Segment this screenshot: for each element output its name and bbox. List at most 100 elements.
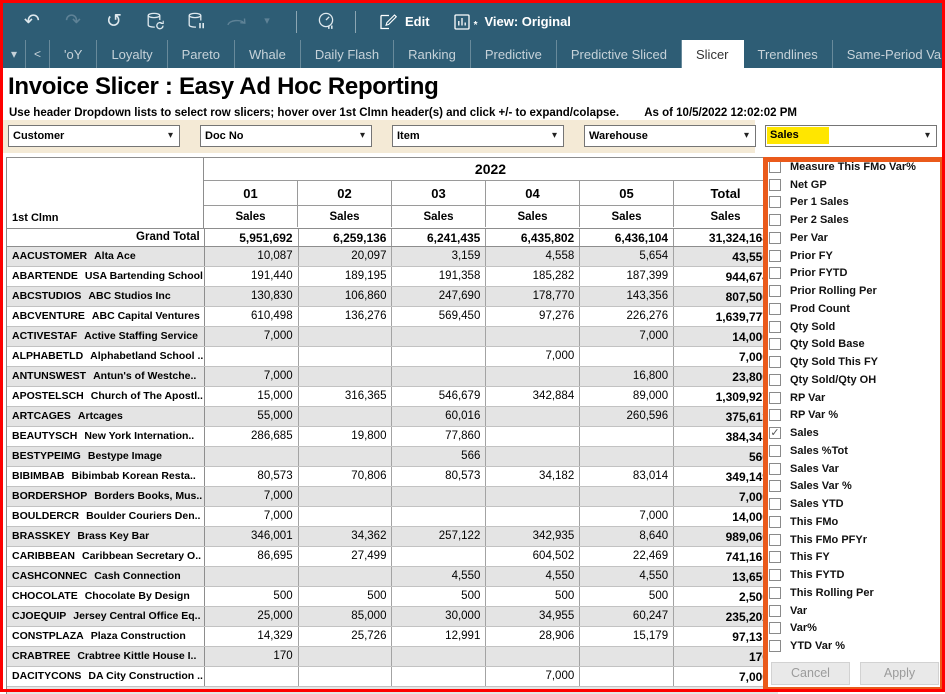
checkbox-icon[interactable] [769, 356, 781, 368]
checkbox-icon[interactable] [769, 569, 781, 581]
measure-dropdown[interactable]: Sales ▾ [765, 125, 937, 147]
tab-oy[interactable]: 'oY [50, 40, 97, 68]
tab-menu-caret-icon[interactable]: ▾ [3, 40, 26, 68]
table-row[interactable]: AACUSTOMERAlta Ace10,08720,0973,1594,558… [7, 247, 778, 267]
checkbox-icon[interactable] [769, 179, 781, 191]
tab-slicer[interactable]: Slicer [682, 40, 744, 68]
tab-daily-flash[interactable]: Daily Flash [301, 40, 394, 68]
column-header-01[interactable]: 01 [204, 181, 298, 206]
tab-scroll-left-icon[interactable]: < [26, 40, 50, 68]
tab-predictive[interactable]: Predictive [471, 40, 557, 68]
column-header-04[interactable]: 04 [486, 181, 580, 206]
refresh-data-icon[interactable] [143, 10, 167, 34]
measure-item-sales[interactable]: ✓Sales [769, 424, 941, 442]
measure-subheader[interactable]: Sales [392, 206, 486, 227]
checkbox-icon[interactable] [769, 516, 781, 528]
measure-item-ytd-var[interactable]: YTD Var % [769, 637, 941, 655]
checkbox-icon[interactable] [769, 622, 781, 634]
measure-item-sales-tot[interactable]: Sales %Tot [769, 442, 941, 460]
table-row[interactable]: BORDERSHOPBorders Books, Mus..7,0007,000 [7, 487, 778, 507]
checkbox-icon[interactable] [769, 445, 781, 457]
checkbox-icon[interactable] [769, 196, 781, 208]
table-row[interactable]: CHOCOLATEChocolate By Design500500500500… [7, 587, 778, 607]
checkbox-icon[interactable] [769, 480, 781, 492]
table-row[interactable]: ANTUNSWESTAntun's of Westche..7,00016,80… [7, 367, 778, 387]
measure-item-this-fmo-pfyr[interactable]: This FMo PFYr [769, 531, 941, 549]
checkbox-icon[interactable] [769, 338, 781, 350]
table-row[interactable]: BEAUTYSCHNew York Internation..286,68519… [7, 427, 778, 447]
tab-predictive-sliced[interactable]: Predictive Sliced [557, 40, 682, 68]
checkbox-icon[interactable] [769, 463, 781, 475]
checkbox-icon[interactable] [769, 321, 781, 333]
measure-item-per-1-sales[interactable]: Per 1 Sales [769, 194, 941, 212]
checkbox-icon[interactable] [769, 498, 781, 510]
year-header[interactable]: 2022 [204, 158, 778, 181]
measure-item-per-var[interactable]: Per Var [769, 229, 941, 247]
tab-same-period-variances[interactable]: Same-Period Variances [833, 40, 942, 68]
checkbox-icon[interactable] [769, 409, 781, 421]
apply-button[interactable]: Apply [860, 662, 939, 685]
table-row[interactable]: DACITYCONSDA City Construction ..7,0007,… [7, 667, 778, 687]
measure-item-qty-sold[interactable]: Qty Sold [769, 318, 941, 336]
tab-ranking[interactable]: Ranking [394, 40, 471, 68]
revert-icon[interactable]: ↺ [102, 10, 126, 34]
table-row[interactable]: CASHCONNECCash Connection4,5504,5504,550… [7, 567, 778, 587]
checkbox-icon[interactable] [769, 587, 781, 599]
checkbox-icon[interactable] [769, 640, 781, 652]
table-row[interactable]: CJOEQUIPJersey Central Office Eq..25,000… [7, 607, 778, 627]
measure-subheader[interactable]: Sales [580, 206, 674, 227]
tab-loyalty[interactable]: Loyalty [97, 40, 167, 68]
measure-item-prior-fytd[interactable]: Prior FYTD [769, 265, 941, 283]
measure-item-this-fy[interactable]: This FY [769, 549, 941, 567]
measure-subheader[interactable]: Sales [486, 206, 580, 227]
view-button[interactable]: * View: Original [452, 12, 571, 32]
slicer-dropdown-doc-no[interactable]: Doc No▾ [200, 125, 372, 147]
measure-item-rp-var[interactable]: RP Var [769, 389, 941, 407]
table-row[interactable]: CONSTPLAZAPlaza Construction14,32925,726… [7, 627, 778, 647]
edit-button[interactable]: Edit [378, 12, 430, 32]
column-header-05[interactable]: 05 [580, 181, 674, 206]
measure-item-var[interactable]: Var% [769, 620, 941, 638]
table-row[interactable]: APOSTELSCHChurch of The Apostl..15,00031… [7, 387, 778, 407]
measure-item-prior-fy[interactable]: Prior FY [769, 247, 941, 265]
table-row[interactable]: CRABTREECrabtree Kittle House I..170170 [7, 647, 778, 667]
measure-item-sales-var[interactable]: Sales Var % [769, 478, 941, 496]
table-row[interactable]: ARTCAGESArtcages55,00060,016260,596375,6… [7, 407, 778, 427]
measure-item-qty-sold-qty-oh[interactable]: Qty Sold/Qty OH [769, 371, 941, 389]
checkbox-icon[interactable] [769, 232, 781, 244]
checkbox-icon[interactable] [769, 214, 781, 226]
measure-item-qty-sold-this-fy[interactable]: Qty Sold This FY [769, 353, 941, 371]
slicer-dropdown-item[interactable]: Item▾ [392, 125, 564, 147]
measure-item-this-fytd[interactable]: This FYTD [769, 566, 941, 584]
measure-item-net-gp[interactable]: Net GP [769, 176, 941, 194]
checkbox-icon[interactable] [769, 392, 781, 404]
checkbox-icon[interactable] [769, 250, 781, 262]
measure-item-prior-rolling-per[interactable]: Prior Rolling Per [769, 282, 941, 300]
slicer-dropdown-customer[interactable]: Customer▾ [8, 125, 180, 147]
forward-icon[interactable] [225, 10, 249, 34]
measure-item-this-rolling-per[interactable]: This Rolling Per [769, 584, 941, 602]
table-row[interactable]: BESTYPEIMGBestype Image566566 [7, 447, 778, 467]
checkbox-icon[interactable] [769, 267, 781, 279]
tab-pareto[interactable]: Pareto [168, 40, 235, 68]
measure-subheader[interactable]: Sales [204, 206, 298, 227]
measure-item-measure-this-fmo-var[interactable]: Measure This FMo Var% [769, 158, 941, 176]
measure-item-prod-count[interactable]: Prod Count [769, 300, 941, 318]
measure-item-qty-sold-base[interactable]: Qty Sold Base [769, 336, 941, 354]
table-row[interactable]: ACTIVESTAFActive Staffing Service7,0007,… [7, 327, 778, 347]
checkbox-icon[interactable] [769, 161, 781, 173]
checkbox-icon[interactable] [769, 285, 781, 297]
checkbox-icon[interactable] [769, 374, 781, 386]
measure-item-var[interactable]: Var [769, 602, 941, 620]
checkbox-icon[interactable] [769, 303, 781, 315]
table-row[interactable]: ABCSTUDIOSABC Studios Inc130,830106,8602… [7, 287, 778, 307]
measure-item-per-2-sales[interactable]: Per 2 Sales [769, 211, 941, 229]
measure-item-this-fmo[interactable]: This FMo [769, 513, 941, 531]
column-header-03[interactable]: 03 [392, 181, 486, 206]
table-row[interactable]: ABCVENTUREABC Capital Ventures610,498136… [7, 307, 778, 327]
pause-data-icon[interactable] [184, 10, 208, 34]
redo-icon[interactable]: ↷ [61, 10, 85, 34]
table-row[interactable]: BRASSKEYBrass Key Bar346,00134,362257,12… [7, 527, 778, 547]
checkbox-icon[interactable] [769, 605, 781, 617]
tab-whale[interactable]: Whale [235, 40, 301, 68]
